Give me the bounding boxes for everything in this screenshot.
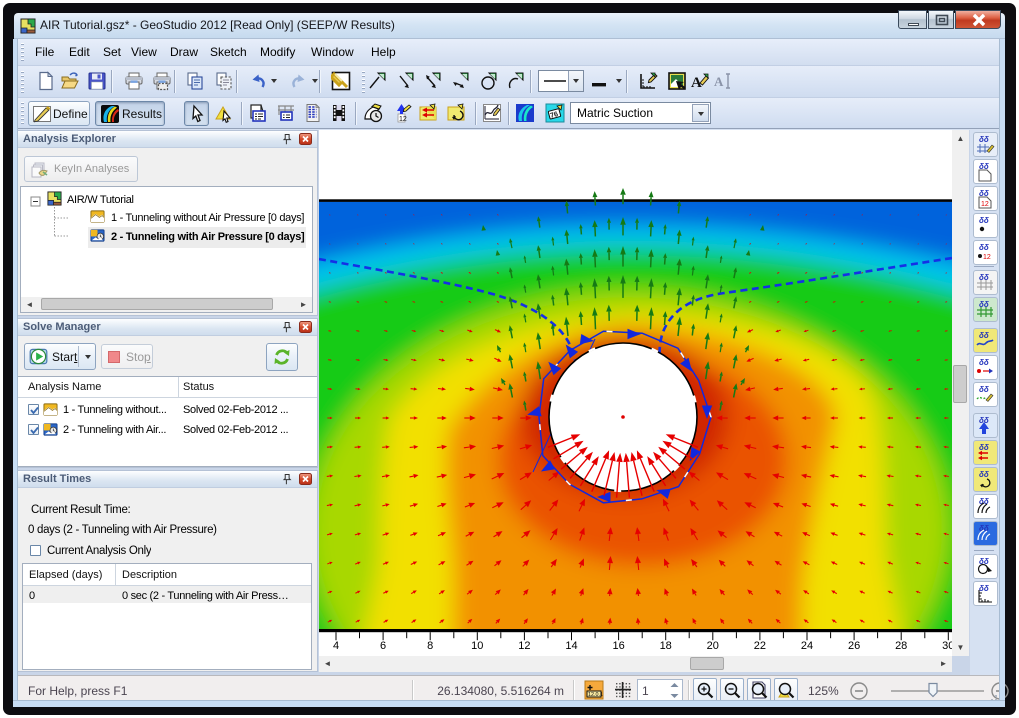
svg-text:δδ: δδ [979, 273, 989, 282]
svg-text:A: A [714, 74, 724, 89]
svg-text:δδ: δδ [979, 135, 989, 144]
svg-text:12: 12 [399, 116, 407, 123]
svg-text:δδ: δδ [979, 443, 989, 452]
svg-text:δδ: δδ [979, 358, 989, 367]
svg-text:δδ: δδ [979, 524, 989, 533]
svg-text:16: 16 [612, 640, 624, 652]
svg-text:24: 24 [801, 640, 813, 652]
svg-text:δδ: δδ [979, 497, 989, 506]
svg-text:28: 28 [895, 640, 907, 652]
svg-text:26: 26 [848, 640, 860, 652]
svg-text:22: 22 [754, 640, 766, 652]
svg-text:δδ: δδ [979, 331, 989, 340]
svg-text:6: 6 [380, 640, 386, 652]
svg-text:δδ: δδ [979, 470, 989, 479]
svg-text:δδ: δδ [979, 385, 989, 394]
svg-text:12.0.1: 12.0.1 [588, 692, 603, 698]
svg-text:4: 4 [333, 640, 339, 652]
svg-text:12: 12 [518, 640, 530, 652]
svg-text:δδ: δδ [979, 216, 989, 225]
svg-text:30: 30 [942, 640, 952, 652]
svg-text:14: 14 [565, 640, 577, 652]
svg-text:12: 12 [981, 201, 989, 208]
svg-text:δδ: δδ [979, 584, 989, 593]
svg-text:10: 10 [471, 640, 483, 652]
svg-text:12: 12 [983, 254, 991, 261]
svg-text:18: 18 [660, 640, 672, 652]
svg-text:δδ: δδ [979, 243, 989, 252]
svg-text:20: 20 [707, 640, 719, 652]
svg-text:8: 8 [427, 640, 433, 652]
